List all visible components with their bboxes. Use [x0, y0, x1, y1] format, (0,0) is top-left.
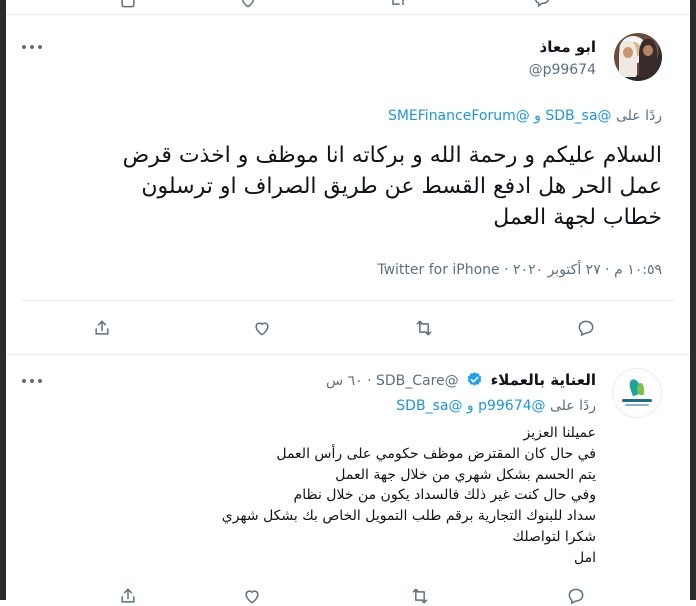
author-name[interactable]: العناية بالعملاء — [491, 371, 596, 389]
reply-count: ١٢ — [558, 0, 572, 2]
tweet-text: السلام عليكم و رحمة الله و بركاته انا مو… — [122, 143, 662, 230]
share-icon[interactable] — [118, 0, 138, 10]
like-icon[interactable] — [242, 586, 262, 606]
retweet-count: ٥ — [414, 0, 421, 2]
author-handle[interactable]: @p99674 — [529, 62, 596, 78]
like-icon[interactable] — [238, 0, 258, 10]
retweet-icon[interactable] — [410, 586, 430, 606]
replying-to: ردًا على @p99674 و @SDB_sa — [396, 398, 596, 414]
replying-to: ردًا على @SDB_sa و @SMEFinanceForum — [388, 108, 662, 124]
tweet-time[interactable]: ١٠:٥٩ م — [614, 262, 662, 278]
share-icon[interactable] — [92, 318, 112, 338]
separator — [22, 300, 674, 301]
text-line: وفي حال كنت غير ذلك فالسداد يكون من خلال… — [293, 487, 596, 504]
text-line: شكرا لتواصلك — [512, 528, 596, 545]
author-handle[interactable]: @SDB_Care — [376, 373, 459, 389]
retweet-icon[interactable] — [414, 318, 434, 338]
reply-icon[interactable] — [576, 318, 596, 338]
reply-user-link[interactable]: @SMEFinanceForum — [388, 108, 530, 124]
like-icon[interactable] — [252, 318, 272, 338]
text-line: في حال كان المقترض موظف حكومي على رأس ال… — [276, 445, 596, 462]
avatar[interactable] — [614, 33, 662, 81]
reply-joiner: و — [466, 398, 474, 414]
share-icon[interactable] — [118, 586, 138, 606]
avatar[interactable] — [612, 368, 662, 418]
timeline-column: ١٢ ٥ ١٢ ابو معاذ @p99674 ردًا على @SDB_s… — [6, 0, 690, 605]
author-name[interactable]: ابو معاذ — [540, 38, 596, 56]
like-count: ١٢ — [264, 0, 278, 2]
text-line: يتم الحسم بشكل شهري من خلال جهة العمل — [335, 466, 596, 483]
text-line: عميلنا العزيز — [523, 425, 596, 441]
text-line: سداد للبنوك التجارية برقم طلب التمويل ال… — [221, 508, 596, 525]
window-frame-right — [690, 0, 696, 600]
reply-prefix: ردًا على — [550, 398, 596, 414]
tweet-date[interactable]: ٢٧ أكتوبر ٢٠٢٠ — [513, 262, 601, 278]
reply-prefix: ردًا على — [616, 108, 662, 124]
reply-header: العناية بالعملاء @SDB_Care · ٦٠ س — [326, 371, 596, 389]
reply-icon[interactable] — [566, 586, 586, 606]
reply-user-link[interactable]: @SDB_sa — [396, 398, 462, 414]
retweet-icon[interactable] — [388, 0, 408, 10]
reply-user-link[interactable]: @p99674 — [478, 398, 545, 414]
tweet-source[interactable]: Twitter for iPhone — [377, 262, 499, 278]
reply-user-link[interactable]: @SDB_sa — [545, 108, 611, 124]
reply-joiner: و — [534, 108, 541, 124]
tweet-meta: ١٠:٥٩ م · ٢٧ أكتوبر ٢٠٢٠ · Twitter for i… — [377, 262, 662, 278]
more-icon[interactable] — [22, 42, 44, 52]
verified-icon — [466, 371, 483, 388]
more-icon[interactable] — [22, 376, 44, 386]
text-line: امل — [574, 549, 596, 566]
separator — [6, 354, 690, 355]
tweet-time[interactable]: ٦٠ س — [326, 373, 363, 389]
previous-tweet-actions: ١٢ ٥ ١٢ — [6, 0, 690, 14]
reply-icon[interactable] — [532, 0, 552, 10]
tweet-text: عميلنا العزيز في حال كان المقترض موظف حك… — [76, 423, 596, 569]
separator — [6, 14, 690, 15]
